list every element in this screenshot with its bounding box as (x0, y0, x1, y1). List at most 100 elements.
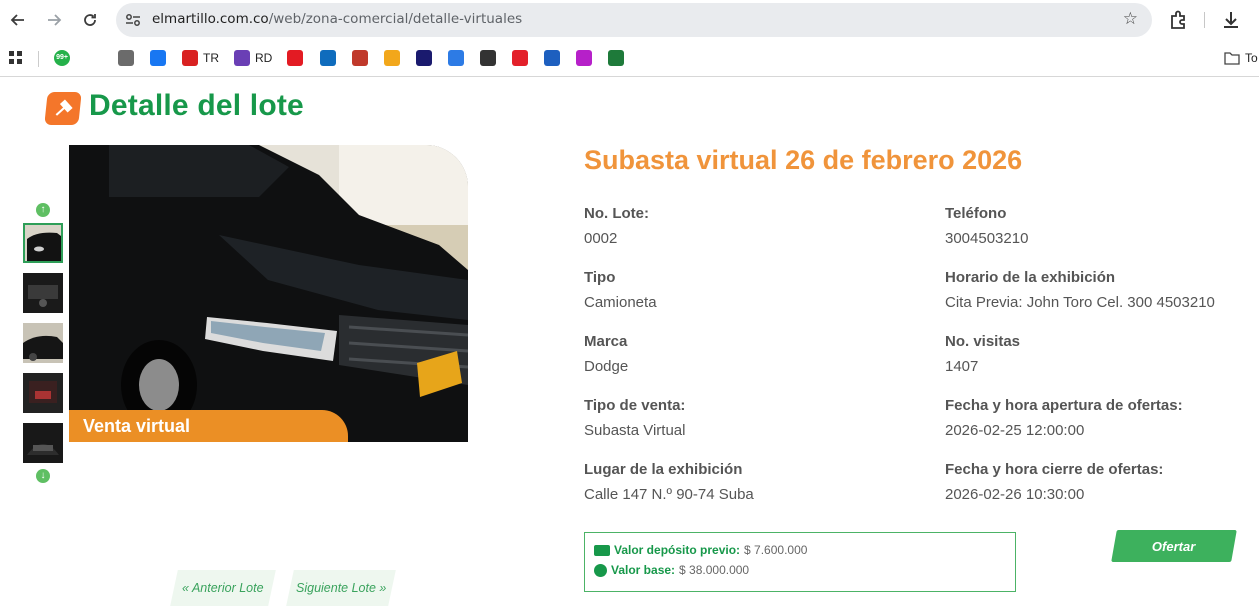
bookmark-item[interactable] (384, 50, 405, 66)
page-title: Detalle del lote (89, 89, 304, 122)
offer-button[interactable]: Ofertar (1111, 530, 1237, 562)
bookmarks-bar: To 99+ TR RD (0, 40, 1259, 77)
thumbnail-3[interactable] (23, 323, 63, 363)
exhibition-place-field: Lugar de la exhibición Calle 147 N.º 90-… (584, 461, 754, 503)
bookmark-favicon-icon (352, 50, 368, 66)
bookmark-item[interactable] (118, 50, 139, 66)
field-label: Tipo (584, 269, 616, 286)
bookmark-favicon-icon (512, 50, 528, 66)
bookmark-favicon-icon (480, 50, 496, 66)
offer-button-label: Ofertar (1152, 538, 1196, 554)
offers-close-field: Fecha y hora cierre de ofertas: 2026-02-… (945, 461, 1163, 503)
bookmark-favicon-icon (576, 50, 592, 66)
auction-title: Subasta virtual 26 de febrero 2026 (584, 145, 1023, 175)
back-icon[interactable] (6, 8, 30, 32)
thumb-scroll-down-icon[interactable]: ↓ (36, 469, 50, 483)
sale-type-field: Tipo de venta: Subasta Virtual (584, 397, 685, 439)
field-value: Camioneta (584, 294, 657, 311)
field-label: Marca (584, 333, 628, 350)
phone-field: Teléfono 3004503210 (945, 205, 1028, 247)
field-value: Cita Previa: John Toro Cel. 300 4503210 (945, 294, 1215, 311)
bookmark-item[interactable]: TR (182, 50, 219, 66)
next-lot-label: Siguiente Lote » (295, 581, 387, 595)
bookmark-folder-label: To (1245, 51, 1258, 65)
bookmark-label: TR (203, 51, 219, 65)
bookmark-item[interactable] (416, 50, 437, 66)
next-lot-link[interactable]: Siguiente Lote » (286, 570, 396, 606)
bookmark-item[interactable] (448, 50, 469, 66)
thumb-scroll-up-icon[interactable]: ↑ (36, 203, 50, 217)
toolbar-divider (1204, 12, 1205, 28)
base-value-row: Valor base: $ 38.000.000 (594, 563, 749, 577)
field-value: Dodge (584, 358, 629, 375)
bookmark-item[interactable] (352, 50, 373, 66)
field-label: No. Lote: (584, 205, 649, 222)
apps-grid-icon[interactable] (8, 50, 24, 66)
bookmark-favicon-icon (118, 50, 134, 66)
address-bar[interactable]: elmartillo.com.co/web/zona-comercial/det… (116, 3, 1152, 37)
field-label: Tipo de venta: (584, 397, 686, 414)
previous-lot-label: « Anterior Lote (182, 581, 264, 595)
thumbnail-4[interactable] (23, 373, 63, 413)
deposit-row: Valor depósito previo: $ 7.600.000 (594, 543, 807, 557)
field-label: No. visitas (945, 333, 1021, 350)
sale-type-ribbon: Venta virtual (69, 410, 348, 442)
base-value-label: Valor base: (611, 563, 676, 577)
thumbnail-2[interactable] (23, 273, 63, 313)
deposit-value: $ 7.600.000 (744, 543, 808, 557)
offers-open-field: Fecha y hora apertura de ofertas: 2026-0… (945, 397, 1183, 439)
visits-field: No. visitas 1407 (945, 333, 1020, 375)
bookmark-item[interactable]: RD (234, 50, 272, 66)
money-icon (594, 544, 610, 556)
lot-number-field: No. Lote: 0002 (584, 205, 649, 247)
thumbnail-1[interactable] (23, 223, 63, 263)
vehicle-photo (69, 145, 468, 442)
page-content: Detalle del lote ↑ ↓ Venta virtual « Ant… (0, 77, 1259, 613)
bookmark-item[interactable]: 99+ (54, 50, 75, 66)
extensions-icon[interactable] (1167, 9, 1189, 31)
field-value: 0002 (584, 230, 618, 247)
bookmark-star-icon[interactable]: ☆ (1123, 9, 1138, 29)
bookmark-favicon-icon (150, 50, 166, 66)
field-value: 2026-02-25 12:00:00 (945, 422, 1085, 439)
bookmark-folder[interactable]: To (1224, 50, 1258, 66)
field-label: Horario de la exhibición (945, 269, 1116, 286)
reload-icon[interactable] (78, 8, 102, 32)
field-value: Calle 147 N.º 90-74 Suba (584, 486, 754, 503)
previous-lot-link[interactable]: « Anterior Lote (170, 570, 276, 606)
base-value: $ 38.000.000 (679, 563, 750, 577)
brand-field: Marca Dodge (584, 333, 628, 375)
bookmark-favicon-icon (182, 50, 198, 66)
browser-toolbar: elmartillo.com.co/web/zona-comercial/det… (0, 0, 1259, 40)
bookmark-favicon-icon: 99+ (54, 50, 70, 66)
exhibition-schedule-field: Horario de la exhibición Cita Previa: Jo… (945, 269, 1215, 311)
bookmark-item[interactable] (544, 50, 565, 66)
bookmark-item[interactable] (512, 50, 533, 66)
field-label: Fecha y hora apertura de ofertas: (945, 397, 1183, 414)
bookmark-item[interactable] (287, 50, 308, 66)
bookmark-favicon-icon (234, 50, 250, 66)
bookmark-item[interactable] (480, 50, 501, 66)
field-value: 2026-02-26 10:30:00 (945, 486, 1085, 503)
url-text: elmartillo.com.co/web/zona-comercial/det… (152, 11, 523, 27)
values-box: Valor depósito previo: $ 7.600.000 Valor… (584, 532, 1016, 592)
gavel-icon (44, 92, 82, 125)
field-value: 3004503210 (945, 230, 1029, 247)
bookmark-favicon-icon (287, 50, 303, 66)
field-label: Fecha y hora cierre de ofertas: (945, 461, 1164, 478)
field-label: Lugar de la exhibición (584, 461, 743, 478)
bookmark-favicon-icon (384, 50, 400, 66)
coin-icon (594, 563, 607, 577)
thumbnail-5[interactable] (23, 423, 63, 463)
vehicle-type-field: Tipo Camioneta (584, 269, 657, 311)
bookmark-item[interactable] (150, 50, 171, 66)
field-value: 1407 (945, 358, 979, 375)
bookmark-item[interactable] (576, 50, 597, 66)
bookmark-item[interactable] (320, 50, 341, 66)
site-info-icon[interactable] (124, 11, 142, 29)
download-icon[interactable] (1220, 9, 1242, 31)
bookmark-favicon-icon (544, 50, 560, 66)
field-label: Teléfono (945, 205, 1007, 222)
bookmark-item[interactable] (608, 50, 629, 66)
forward-icon[interactable] (42, 8, 66, 32)
